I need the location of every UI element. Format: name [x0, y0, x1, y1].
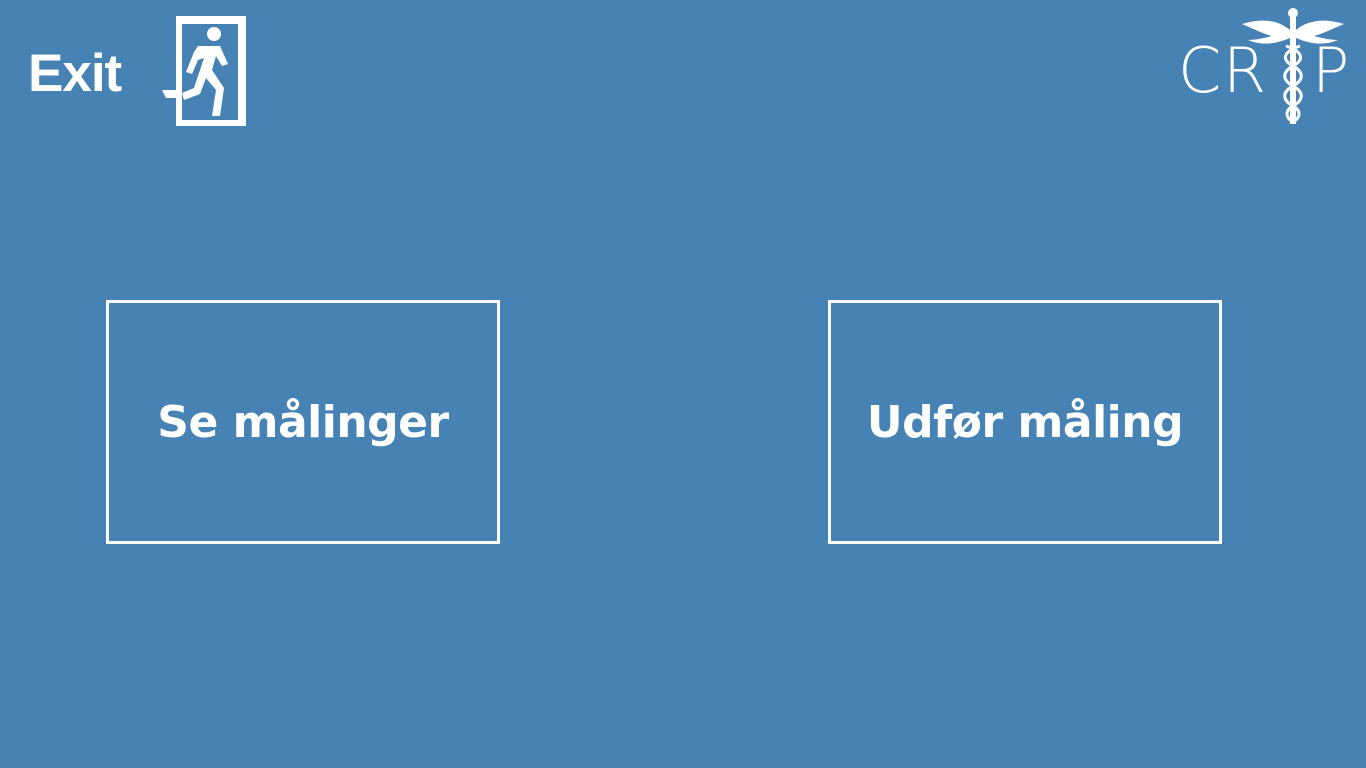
perform-measurement-label: Udfør måling	[866, 396, 1184, 448]
exit-label: Exit	[28, 44, 122, 103]
crp-logo: C R P	[1178, 8, 1358, 126]
view-measurements-label: Se målinger	[157, 396, 449, 448]
logo-letter-p: P	[1312, 34, 1350, 107]
exit-button[interactable]: Exit	[28, 14, 250, 126]
view-measurements-button[interactable]: Se målinger	[106, 300, 500, 544]
perform-measurement-button[interactable]: Udfør måling	[828, 300, 1222, 544]
logo-letter-c: C	[1178, 34, 1222, 107]
emergency-exit-icon	[162, 16, 246, 126]
